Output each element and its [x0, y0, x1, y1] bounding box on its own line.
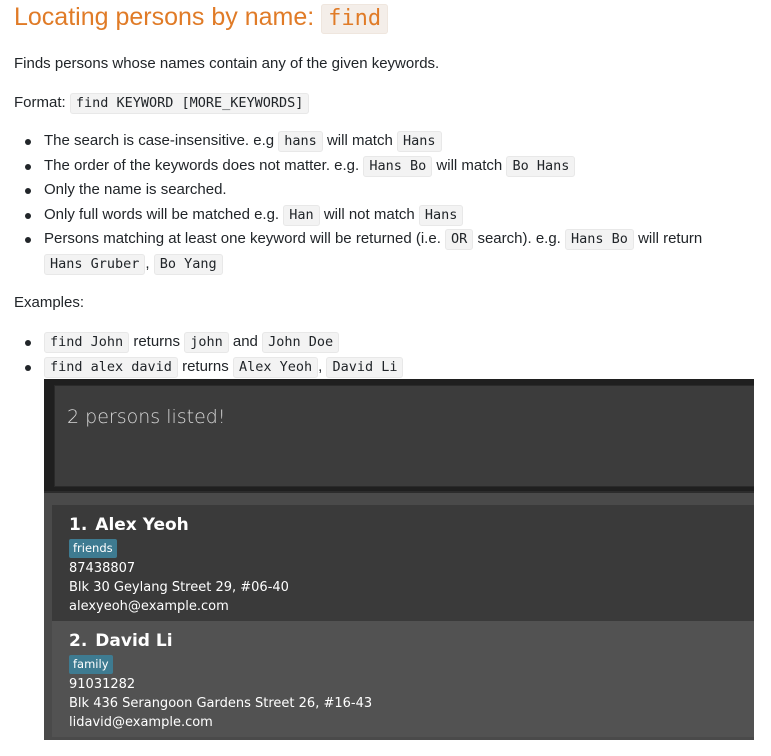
- list-item: Persons matching at least one keyword wi…: [0, 227, 760, 276]
- rule-text: The search is case-insensitive. e.g: [44, 132, 279, 149]
- rule-code: hans: [278, 131, 323, 152]
- list-item: Only full words will be matched e.g. Han…: [0, 203, 760, 228]
- tag-badge: family: [69, 655, 113, 674]
- tag-badge: friends: [69, 539, 117, 558]
- person-index: 2.: [69, 631, 88, 651]
- person-name: 2. David Li: [69, 631, 173, 651]
- rule-text: Only the name is searched.: [44, 181, 227, 198]
- example-code: John Doe: [262, 332, 340, 353]
- format-line: Format: find KEYWORD [MORE_KEYWORDS]: [14, 93, 310, 114]
- rule-text: search). e.g.: [473, 230, 566, 247]
- person-index: 1.: [69, 515, 88, 535]
- example-text: returns: [177, 357, 233, 375]
- examples-label: Examples:: [14, 294, 85, 311]
- rule-text: ,: [145, 254, 154, 272]
- example-code: Alex Yeoh: [232, 356, 319, 378]
- heading-code: find: [321, 4, 389, 34]
- rules-list: The search is case-insensitive. e.g hans…: [0, 129, 760, 276]
- example-code: David Li: [326, 356, 404, 378]
- heading-text: Locating persons by name:: [14, 3, 322, 31]
- rule-code: Bo Yang: [153, 253, 223, 275]
- rule-text: The order of the keywords does not matte…: [44, 156, 364, 174]
- rule-code: Bo Hans: [506, 155, 576, 177]
- example-code: find John: [44, 332, 130, 353]
- example-text: returns: [129, 333, 185, 350]
- section-heading: Locating persons by name: find: [14, 0, 389, 36]
- person-name-text: David Li: [95, 631, 173, 651]
- person-name: 1. Alex Yeoh: [69, 515, 189, 535]
- person-card[interactable]: 1. Alex Yeoh friends 87438807 Blk 30 Geyl…: [52, 505, 754, 621]
- list-item: Only the name is searched.: [0, 178, 760, 203]
- person-address: Blk 30 Geylang Street 29, #06-40: [69, 580, 289, 595]
- rule-code: Hans Gruber: [44, 253, 146, 275]
- person-address: Blk 436 Serangoon Gardens Street 26, #16…: [69, 696, 373, 711]
- person-phone: 87438807: [69, 561, 136, 576]
- person-list: 1. Alex Yeoh friends 87438807 Blk 30 Geyl…: [44, 491, 754, 740]
- rule-code: Hans: [418, 204, 464, 226]
- person-email: alexyeoh@example.com: [69, 599, 229, 614]
- list-item: find John returns john and John Doe: [0, 330, 760, 355]
- person-email: lidavid@example.com: [69, 715, 213, 730]
- format-code: find KEYWORD [MORE_KEYWORDS]: [69, 93, 310, 114]
- example-text: and: [228, 333, 263, 350]
- rule-text: Persons matching at least one keyword wi…: [44, 230, 446, 247]
- rule-code: Hans Bo: [363, 155, 433, 177]
- rule-text: will match: [432, 156, 507, 174]
- rule-text: Only full words will be matched e.g.: [44, 205, 284, 223]
- list-item: find alex david returns Alex Yeoh, David…: [0, 355, 760, 380]
- rule-text: will not match: [319, 205, 419, 223]
- list-item: The search is case-insensitive. e.g hans…: [0, 129, 760, 154]
- list-item: The order of the keywords does not matte…: [0, 154, 760, 179]
- rule-code: OR: [445, 229, 474, 250]
- format-label: Format:: [14, 94, 70, 111]
- rule-text: will match: [322, 132, 397, 149]
- example-code: find alex david: [44, 356, 178, 378]
- person-card[interactable]: 2. David Li family 91031282 Blk 436 Seran…: [52, 621, 754, 737]
- rule-code: Hans Bo: [565, 229, 634, 250]
- result-display: 2 persons listed!: [54, 385, 754, 487]
- person-phone: 91031282: [69, 677, 136, 692]
- rule-code: Hans: [396, 131, 442, 152]
- app-screenshot: 2 persons listed! 1. Alex Yeoh friends 87…: [44, 379, 754, 740]
- rule-text: will return: [633, 230, 703, 247]
- examples-list: find John returns john and John Doe find…: [0, 330, 760, 379]
- result-message: 2 persons listed!: [67, 406, 226, 428]
- rule-code: Han: [283, 204, 320, 226]
- intro-text: Finds persons whose names contain any of…: [14, 55, 440, 72]
- example-code: john: [184, 332, 229, 353]
- person-name-text: Alex Yeoh: [95, 515, 189, 535]
